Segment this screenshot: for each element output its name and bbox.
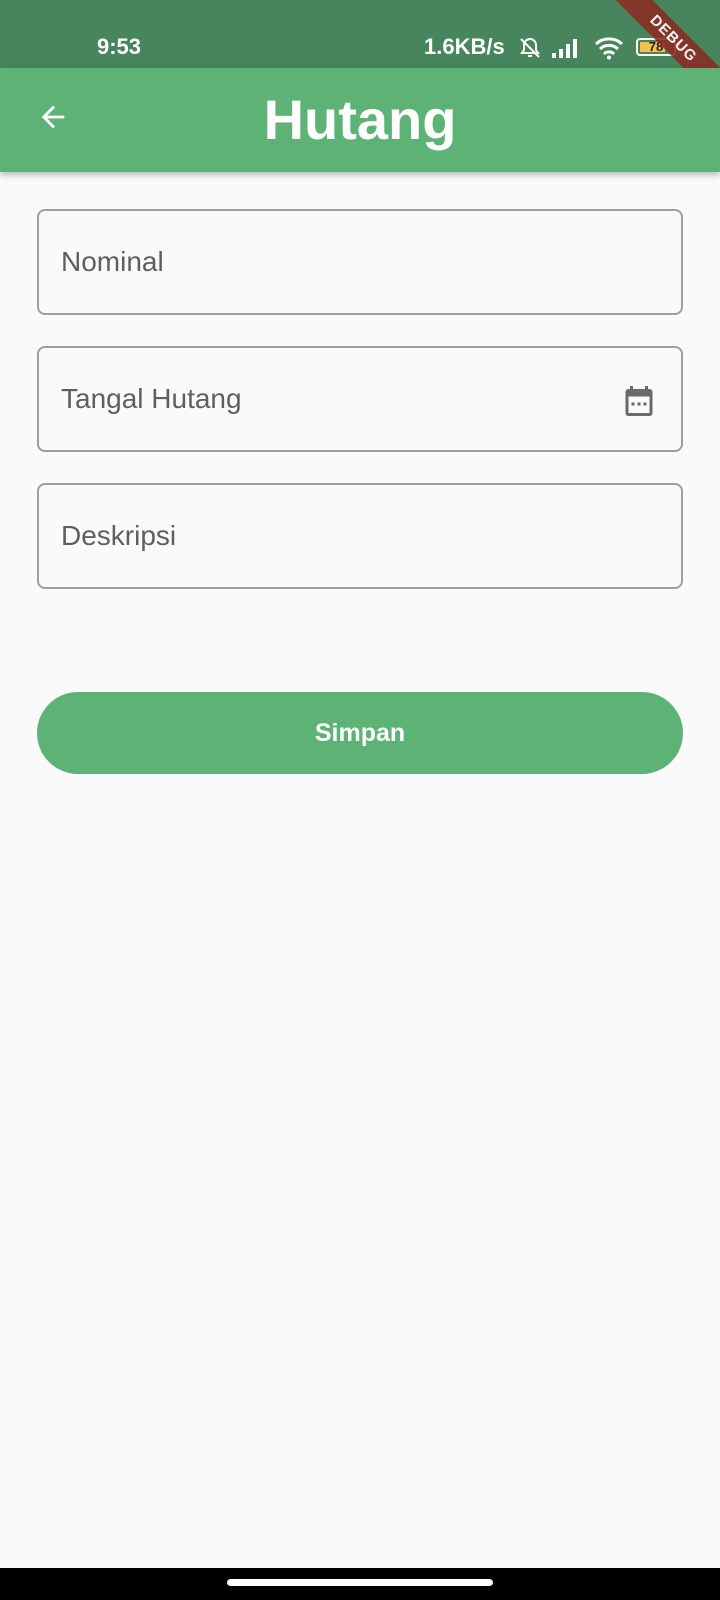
muted-alarm-icon [520,37,540,58]
page-title: Hutang [263,88,457,151]
status-bar: 9:53 1.6KB/s 78 DEBUG [0,0,720,68]
description-input[interactable] [59,485,619,587]
app-bar: Hutang [0,68,720,172]
nominal-field[interactable] [37,209,683,315]
home-indicator[interactable] [227,1579,493,1586]
signal-icon [552,39,577,58]
calendar-icon[interactable] [621,382,657,420]
nominal-input[interactable] [59,211,619,313]
save-button[interactable]: Simpan [37,692,683,774]
system-nav-bar [0,1568,720,1600]
date-input[interactable] [59,348,619,450]
description-field[interactable] [37,483,683,589]
wifi-icon [594,37,624,60]
network-speed: 1.6KB/s [424,34,505,59]
status-time: 9:53 [97,34,142,59]
date-field[interactable] [37,346,683,452]
